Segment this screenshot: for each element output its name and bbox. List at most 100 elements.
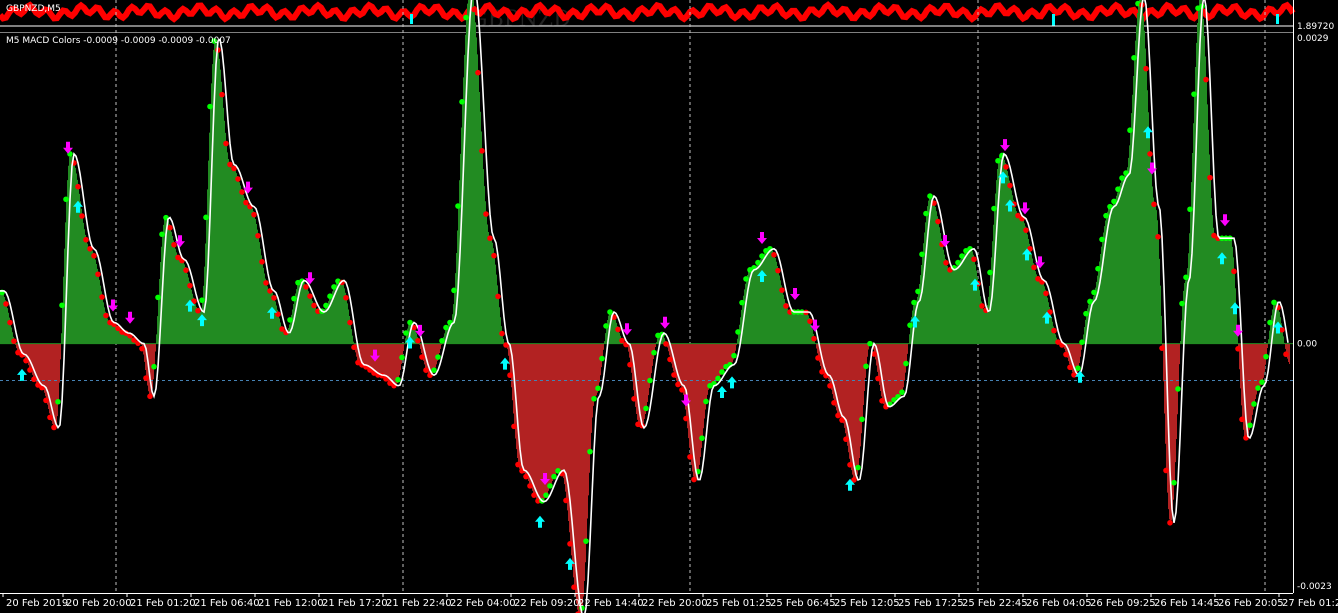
macd-dot [1207,174,1213,181]
macd-dot [1023,227,1029,233]
macd-dot [239,189,245,195]
macd-dot [487,235,493,242]
macd-dot [675,381,681,388]
macd-dot [1155,234,1161,240]
macd-dot [243,199,249,206]
macd-dot [55,398,61,405]
macd-dot [79,213,85,219]
macd-dot [1179,300,1185,307]
macd-dot [827,382,833,389]
macd-dot [307,293,313,299]
macd-dot [1095,265,1101,272]
macd-dot [99,294,105,300]
macd-dot [1067,364,1073,371]
macd-dot [187,282,193,289]
macd-dot [483,211,489,217]
symbol-label: GBPNZD,M5 [6,4,61,14]
macd-dot [171,241,177,248]
macd-dot [423,367,429,373]
macd-dot [331,284,337,290]
macd-dot [1175,386,1181,392]
time-axis-label: 27 Feb 01:25 [1282,598,1338,609]
macd-dot [223,140,229,147]
macd-dot [151,363,157,370]
time-axis-label: 22 Feb 14:40 [578,598,644,609]
price-band-marker [1276,14,1279,24]
macd-dot [1191,91,1197,97]
macd-dot [1151,201,1157,208]
macd-dot [1131,54,1137,61]
macd-dot [743,276,749,282]
macd-dot [199,297,205,303]
time-axis-label: 22 Feb 04:00 [450,598,516,609]
macd-dot [47,414,53,421]
macd-dot [1251,401,1257,407]
macd-dot [683,415,689,422]
macd-dot [583,538,589,544]
macd-dot [475,69,481,76]
macd-dot [615,326,621,333]
macd-dot [1271,299,1277,306]
macd-dot [327,293,333,299]
macd-dot [571,584,577,591]
scale-bottom-label: -0.0023 [1297,582,1332,592]
time-axis[interactable]: 20 Feb 201920 Feb 20:0021 Feb 01:2021 Fe… [0,593,1338,609]
macd-dot [203,214,209,221]
macd-dot [627,361,633,368]
macd-dot [915,288,921,295]
mt4-chart[interactable]: GBPNZD 1.89720 GBPNZD,M5 M5 MACD Colors … [0,0,1338,613]
macd-dot [699,435,705,441]
macd-dot [847,462,853,468]
macd-dot [219,91,225,98]
macd-dot [831,400,837,406]
time-axis-label: 22 Feb 20:00 [642,598,708,609]
macd-dot [1099,236,1105,243]
macd-dot [255,232,261,239]
macd-dot [1079,339,1085,346]
macd-dot [547,483,553,489]
macd-dot [75,183,81,190]
price-scale[interactable]: 0.0029 0.00 -0.0023 [1293,0,1332,593]
macd-dot [347,319,353,326]
macd-dot [563,497,569,504]
indicator-window[interactable]: M5 MACD Colors -0.0009 -0.0009 -0.0009 -… [0,0,1293,613]
macd-dot [603,323,609,329]
macd-dot [807,318,813,325]
macd-dot [155,294,161,301]
macd-dot [1255,385,1261,391]
macd-dot [1111,198,1117,205]
macd-dot [855,464,861,471]
macd-dot [1007,182,1013,189]
macd-dot [771,252,777,258]
time-axis-label: 21 Feb 12:00 [258,598,324,609]
price-band-marker [1052,14,1055,26]
scale-zero-label: 0.00 [1297,340,1317,350]
macd-dot [527,483,533,489]
macd-dot [11,338,17,344]
macd-dot [671,372,677,378]
macd-dot [143,375,149,381]
macd-dot [935,218,941,225]
macd-dot [843,436,849,443]
macd-dot [1279,326,1285,333]
time-axis-label: 26 Feb 04:05 [1026,598,1092,609]
macd-dot [399,354,405,361]
macd-dot [731,352,737,359]
price-window[interactable]: GBPNZD 1.89720 GBPNZD,M5 [0,0,1334,32]
macd-dot [647,377,653,384]
macd-dot [919,251,925,258]
macd-dot [511,423,517,430]
macd-dot [147,393,153,400]
macd-dot [1159,345,1165,351]
macd-dot [879,398,885,404]
macd-dot [479,148,485,154]
macd-dot [1103,212,1109,219]
macd-dot [51,424,57,431]
macd-dot [1051,327,1057,334]
macd-dot [1083,310,1089,317]
macd-dot [415,337,421,344]
macd-dot [1143,65,1149,72]
macd-dot [643,405,649,412]
macd-dot [735,329,741,335]
macd-dot [899,389,905,396]
